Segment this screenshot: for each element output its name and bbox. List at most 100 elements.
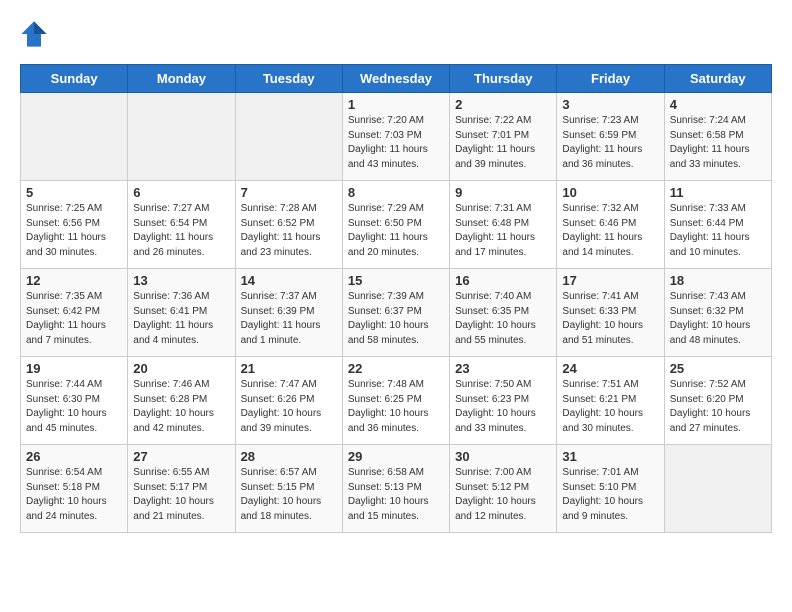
calendar-cell: 24 Sunrise: 7:51 AM Sunset: 6:21 PM Dayli… [557, 357, 664, 445]
cell-content: Sunrise: 7:24 AM Sunset: 6:58 PM Dayligh… [670, 114, 766, 172]
day-number: 27 [133, 449, 229, 464]
cell-content: Sunrise: 7:31 AM Sunset: 6:48 PM Dayligh… [455, 202, 551, 260]
week-row: 19 Sunrise: 7:44 AM Sunset: 6:30 PM Dayli… [21, 357, 772, 445]
calendar-cell: 20 Sunrise: 7:46 AM Sunset: 6:28 PM Dayli… [128, 357, 235, 445]
calendar-cell: 9 Sunrise: 7:31 AM Sunset: 6:48 PM Daylig… [450, 181, 557, 269]
cell-content: Sunrise: 6:57 AM Sunset: 5:15 PM Dayligh… [241, 466, 337, 524]
calendar-cell: 31Sunrise: 7:01 AM Sunset: 5:10 PM Dayli… [557, 445, 664, 533]
cell-content: Sunrise: 7:41 AM Sunset: 6:33 PM Dayligh… [562, 290, 658, 348]
cell-content: Sunrise: 7:51 AM Sunset: 6:21 PM Dayligh… [562, 378, 658, 436]
day-number: 13 [133, 273, 229, 288]
calendar-cell [235, 93, 342, 181]
calendar-cell [128, 93, 235, 181]
day-number: 1 [348, 97, 444, 112]
day-number: 26 [26, 449, 122, 464]
cell-content: Sunrise: 7:47 AM Sunset: 6:26 PM Dayligh… [241, 378, 337, 436]
calendar-cell: 4 Sunrise: 7:24 AM Sunset: 6:58 PM Daylig… [664, 93, 771, 181]
calendar-cell: 25 Sunrise: 7:52 AM Sunset: 6:20 PM Dayli… [664, 357, 771, 445]
calendar-cell [664, 445, 771, 533]
cell-content: Sunrise: 7:48 AM Sunset: 6:25 PM Dayligh… [348, 378, 444, 436]
day-number: 2 [455, 97, 551, 112]
cell-content: Sunrise: 7:40 AM Sunset: 6:35 PM Dayligh… [455, 290, 551, 348]
calendar-cell: 30 Sunrise: 7:00 AM Sunset: 5:12 PM Dayli… [450, 445, 557, 533]
cell-content: Sunrise: 7:01 AM Sunset: 5:10 PM Dayligh… [562, 466, 658, 524]
day-number: 25 [670, 361, 766, 376]
calendar-cell: 11 Sunrise: 7:33 AM Sunset: 6:44 PM Dayli… [664, 181, 771, 269]
calendar-cell: 7 Sunrise: 7:28 AM Sunset: 6:52 PM Daylig… [235, 181, 342, 269]
day-number: 19 [26, 361, 122, 376]
day-number: 5 [26, 185, 122, 200]
day-number: 8 [348, 185, 444, 200]
calendar-cell: 12 Sunrise: 7:35 AM Sunset: 6:42 PM Dayli… [21, 269, 128, 357]
day-number: 7 [241, 185, 337, 200]
day-number: 9 [455, 185, 551, 200]
cell-content: Sunrise: 6:54 AM Sunset: 5:18 PM Dayligh… [26, 466, 122, 524]
calendar-cell: 15 Sunrise: 7:39 AM Sunset: 6:37 PM Dayli… [342, 269, 449, 357]
calendar-header: SundayMondayTuesdayWednesdayThursdayFrid… [21, 65, 772, 93]
cell-content: Sunrise: 6:55 AM Sunset: 5:17 PM Dayligh… [133, 466, 229, 524]
day-of-week-header: Saturday [664, 65, 771, 93]
day-number: 4 [670, 97, 766, 112]
cell-content: Sunrise: 7:52 AM Sunset: 6:20 PM Dayligh… [670, 378, 766, 436]
calendar-body: 1 Sunrise: 7:20 AM Sunset: 7:03 PM Daylig… [21, 93, 772, 533]
day-number: 12 [26, 273, 122, 288]
week-row: 12 Sunrise: 7:35 AM Sunset: 6:42 PM Dayli… [21, 269, 772, 357]
day-number: 22 [348, 361, 444, 376]
calendar-cell: 28 Sunrise: 6:57 AM Sunset: 5:15 PM Dayli… [235, 445, 342, 533]
cell-content: Sunrise: 7:33 AM Sunset: 6:44 PM Dayligh… [670, 202, 766, 260]
day-number: 11 [670, 185, 766, 200]
calendar-cell: 19 Sunrise: 7:44 AM Sunset: 6:30 PM Dayli… [21, 357, 128, 445]
cell-content: Sunrise: 7:29 AM Sunset: 6:50 PM Dayligh… [348, 202, 444, 260]
day-number: 16 [455, 273, 551, 288]
calendar-cell: 16 Sunrise: 7:40 AM Sunset: 6:35 PM Dayli… [450, 269, 557, 357]
logo [20, 20, 52, 48]
day-of-week-header: Tuesday [235, 65, 342, 93]
day-of-week-header: Friday [557, 65, 664, 93]
cell-content: Sunrise: 7:28 AM Sunset: 6:52 PM Dayligh… [241, 202, 337, 260]
cell-content: Sunrise: 7:37 AM Sunset: 6:39 PM Dayligh… [241, 290, 337, 348]
calendar-cell: 29Sunrise: 6:58 AM Sunset: 5:13 PM Dayli… [342, 445, 449, 533]
day-of-week-header: Thursday [450, 65, 557, 93]
page-header [20, 20, 772, 48]
calendar-cell: 1 Sunrise: 7:20 AM Sunset: 7:03 PM Daylig… [342, 93, 449, 181]
week-row: 1 Sunrise: 7:20 AM Sunset: 7:03 PM Daylig… [21, 93, 772, 181]
day-number: 24 [562, 361, 658, 376]
day-number: 28 [241, 449, 337, 464]
cell-content: Sunrise: 7:32 AM Sunset: 6:46 PM Dayligh… [562, 202, 658, 260]
day-number: 23 [455, 361, 551, 376]
cell-content: Sunrise: 7:39 AM Sunset: 6:37 PM Dayligh… [348, 290, 444, 348]
day-number: 6 [133, 185, 229, 200]
calendar-cell: 5Sunrise: 7:25 AM Sunset: 6:56 PM Daylig… [21, 181, 128, 269]
week-row: 26 Sunrise: 6:54 AM Sunset: 5:18 PM Dayli… [21, 445, 772, 533]
calendar-cell: 6 Sunrise: 7:27 AM Sunset: 6:54 PM Daylig… [128, 181, 235, 269]
day-number: 21 [241, 361, 337, 376]
day-number: 15 [348, 273, 444, 288]
day-number: 20 [133, 361, 229, 376]
cell-content: Sunrise: 7:50 AM Sunset: 6:23 PM Dayligh… [455, 378, 551, 436]
calendar-cell: 14Sunrise: 7:37 AM Sunset: 6:39 PM Dayli… [235, 269, 342, 357]
calendar-cell: 17Sunrise: 7:41 AM Sunset: 6:33 PM Dayli… [557, 269, 664, 357]
calendar-cell [21, 93, 128, 181]
day-number: 18 [670, 273, 766, 288]
calendar-cell: 23 Sunrise: 7:50 AM Sunset: 6:23 PM Dayli… [450, 357, 557, 445]
cell-content: Sunrise: 7:44 AM Sunset: 6:30 PM Dayligh… [26, 378, 122, 436]
day-number: 10 [562, 185, 658, 200]
cell-content: Sunrise: 7:00 AM Sunset: 5:12 PM Dayligh… [455, 466, 551, 524]
cell-content: Sunrise: 7:27 AM Sunset: 6:54 PM Dayligh… [133, 202, 229, 260]
cell-content: Sunrise: 7:20 AM Sunset: 7:03 PM Dayligh… [348, 114, 444, 172]
calendar-cell: 21 Sunrise: 7:47 AM Sunset: 6:26 PM Dayli… [235, 357, 342, 445]
calendar-cell: 13 Sunrise: 7:36 AM Sunset: 6:41 PM Dayli… [128, 269, 235, 357]
calendar-cell: 8 Sunrise: 7:29 AM Sunset: 6:50 PM Daylig… [342, 181, 449, 269]
calendar-cell: 27 Sunrise: 6:55 AM Sunset: 5:17 PM Dayli… [128, 445, 235, 533]
day-of-week-header: Sunday [21, 65, 128, 93]
calendar-cell: 26 Sunrise: 6:54 AM Sunset: 5:18 PM Dayli… [21, 445, 128, 533]
cell-content: Sunrise: 7:46 AM Sunset: 6:28 PM Dayligh… [133, 378, 229, 436]
cell-content: Sunrise: 7:35 AM Sunset: 6:42 PM Dayligh… [26, 290, 122, 348]
cell-content: Sunrise: 7:36 AM Sunset: 6:41 PM Dayligh… [133, 290, 229, 348]
day-of-week-header: Monday [128, 65, 235, 93]
cell-content: Sunrise: 7:43 AM Sunset: 6:32 PM Dayligh… [670, 290, 766, 348]
cell-content: Sunrise: 7:22 AM Sunset: 7:01 PM Dayligh… [455, 114, 551, 172]
calendar-cell: 10 Sunrise: 7:32 AM Sunset: 6:46 PM Dayli… [557, 181, 664, 269]
day-number: 30 [455, 449, 551, 464]
calendar-cell: 22 Sunrise: 7:48 AM Sunset: 6:25 PM Dayli… [342, 357, 449, 445]
